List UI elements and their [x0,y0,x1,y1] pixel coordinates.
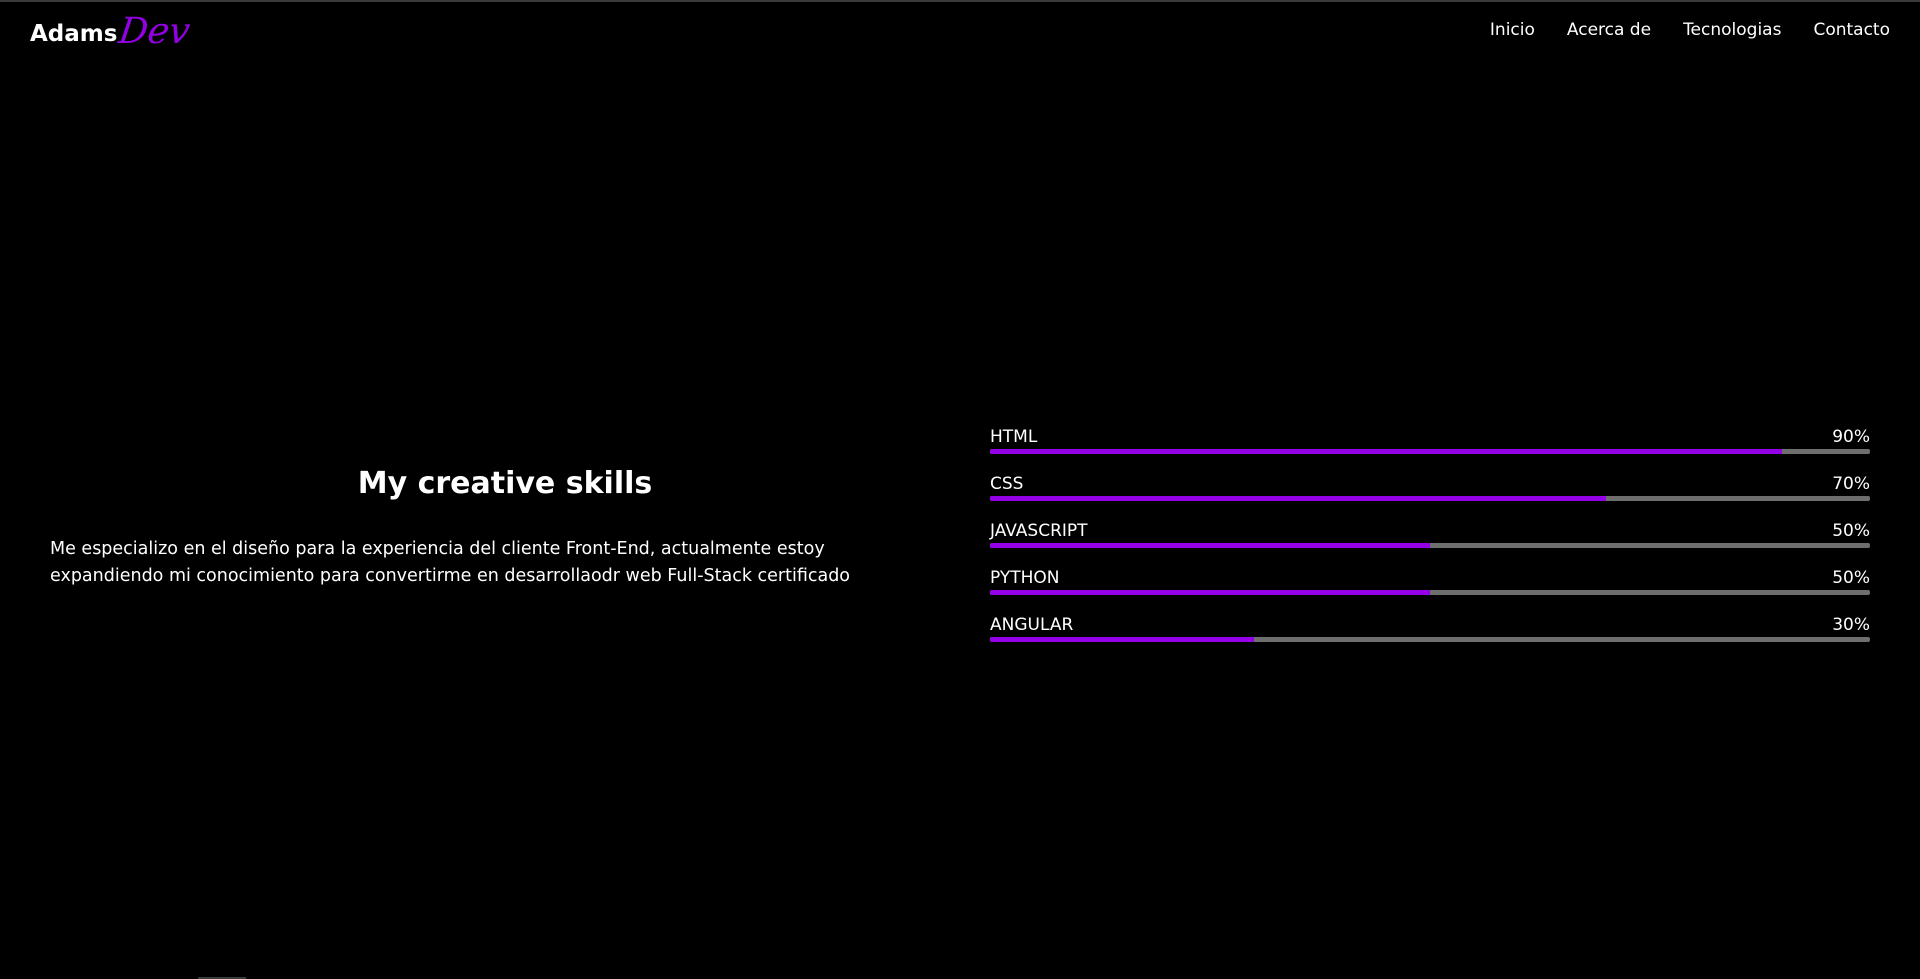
skill-name: JAVASCRIPT [990,521,1088,541]
skill-percent: 50% [1832,521,1870,541]
logo-main-text: Adams [30,21,118,47]
skill-percent: 30% [1832,615,1870,635]
skill-percent: 70% [1832,474,1870,494]
skill-javascript: JAVASCRIPT 50% [990,519,1870,566]
skill-html: HTML 90% [990,425,1870,472]
skill-angular: ANGULAR 30% [990,613,1870,660]
page: Adams Dev Inicio Acerca de Tecnologias C… [0,0,1920,979]
skill-name: CSS [990,474,1024,494]
skill-angular-header: ANGULAR 30% [990,613,1870,635]
skills-description: Me especializo en el diseño para la expe… [50,539,851,586]
skill-name: PYTHON [990,568,1060,588]
skill-percent: 50% [1832,568,1870,588]
skill-progress-track [990,543,1870,548]
skill-name: HTML [990,427,1038,447]
main-nav: Inicio Acerca de Tecnologias Contacto [1490,20,1890,40]
skill-css: CSS 70% [990,472,1870,519]
skill-progress-fill [990,637,1254,642]
skills-title: My creative skills [357,466,653,501]
logo-accent-text: Dev [116,11,193,52]
skill-progress-track [990,496,1870,501]
skill-python-header: PYTHON 50% [990,566,1870,588]
skill-python: PYTHON 50% [990,566,1870,613]
skill-percent: 90% [1832,427,1870,447]
window-top-border [0,0,1920,2]
nav-link-tecnologias[interactable]: Tecnologias [1683,20,1781,40]
skill-css-header: CSS 70% [990,472,1870,494]
skill-progress-fill [990,590,1430,595]
skills-list: HTML 90% CSS 70% JAVASCRIPT 50% PYTHON 5… [990,425,1870,660]
skill-progress-track [990,590,1870,595]
skill-progress-fill [990,496,1606,501]
nav-link-acerca-de[interactable]: Acerca de [1567,20,1651,40]
skill-name: ANGULAR [990,615,1074,635]
nav-link-contacto[interactable]: Contacto [1813,20,1890,40]
skill-progress-track [990,449,1870,454]
nav-link-inicio[interactable]: Inicio [1490,20,1535,40]
skill-javascript-header: JAVASCRIPT 50% [990,519,1870,541]
skill-progress-fill [990,543,1430,548]
skill-progress-track [990,637,1870,642]
logo[interactable]: Adams Dev [30,10,193,52]
skill-progress-fill [990,449,1782,454]
skill-html-header: HTML 90% [990,425,1870,447]
